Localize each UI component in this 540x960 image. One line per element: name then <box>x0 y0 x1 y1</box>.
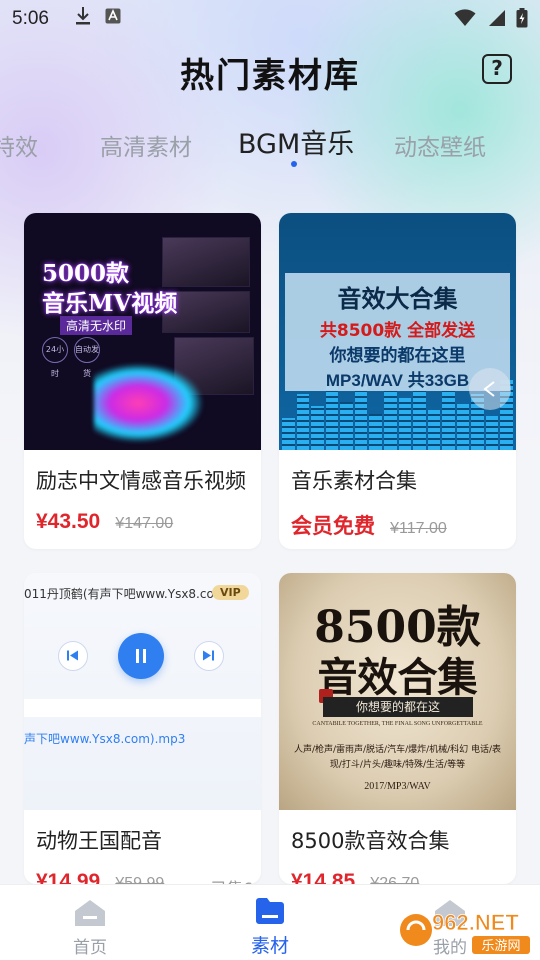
svg-text:乐游网: 乐游网 <box>481 939 520 954</box>
audio-filename: 011丹顶鹤(有声下吧www.Ysx8.com) <box>24 587 231 601</box>
vip-badge: VIP <box>212 585 249 600</box>
home-icon <box>74 899 106 931</box>
product-card[interactable]: 5000款 音乐MV视频 高清无水印 24小时 自动发货 励志中文情感音乐视频 … <box>24 213 261 549</box>
category-tabs: 特效 高清素材 BGM音乐 动态壁纸 <box>0 118 540 168</box>
folder-icon <box>255 897 285 929</box>
price: 会员免费 <box>291 514 375 538</box>
thumbnail-headline: 5000款 音乐MV视频 <box>42 260 178 317</box>
clock: 5:06 <box>12 8 49 29</box>
question-box-icon: ? <box>491 56 503 80</box>
tab-effects[interactable]: 特效 <box>0 128 38 162</box>
price-row: ¥14.85 ¥26.70 <box>291 870 419 884</box>
thumbnail-footer: 2017/MP3/WAV <box>364 781 431 792</box>
help-button[interactable]: ? <box>482 54 512 84</box>
nav-label: 素材 <box>250 935 289 957</box>
nav-label: 首页 <box>73 938 107 958</box>
download-icon <box>75 6 91 32</box>
signal-icon <box>486 9 506 33</box>
watermark-logo: 962.NET 乐游网 <box>398 900 538 956</box>
product-thumbnail: 8500款 音效合集 你想要的都在这 CANTABILE TOGETHER, T… <box>279 573 516 810</box>
original-price: ¥117.00 <box>390 520 447 537</box>
price: ¥14.99 <box>36 870 101 884</box>
keyboard-indicator-icon <box>105 8 121 30</box>
product-title: 励志中文情感音乐视频 <box>36 469 246 493</box>
pause-icon <box>118 633 164 679</box>
nav-item-home[interactable]: 首页 <box>30 885 150 960</box>
thumbnail-english-text: CANTABILE TOGETHER, THE FINAL SONG UNFOR… <box>312 721 483 727</box>
product-title: 音乐素材合集 <box>291 469 417 493</box>
previous-icon <box>58 641 88 671</box>
original-price: ¥59.99 <box>115 875 165 884</box>
product-thumbnail: 音效大合集 共8500款 全部发送 你想要的都在这里 MP3/WAV 共33GB <box>279 213 516 450</box>
status-bar: 5:06 <box>0 0 540 38</box>
play-icon <box>469 368 511 410</box>
tab-bgm-music[interactable]: BGM音乐 <box>238 122 354 161</box>
next-icon <box>194 641 224 671</box>
product-thumbnail: 5000款 音乐MV视频 高清无水印 24小时 自动发货 <box>24 213 261 450</box>
price-row: ¥43.50 ¥147.00 <box>36 510 173 534</box>
audio-filename: 声下吧www.Ysx8.com).mp3 <box>24 732 186 746</box>
page-title: 热门素材库 <box>180 56 360 96</box>
wifi-icon <box>454 9 476 33</box>
thumbnail-subtitle: 高清无水印 <box>60 316 133 335</box>
sold-count: 已售6 <box>211 875 253 884</box>
color-splash <box>94 363 204 443</box>
price: ¥14.85 <box>291 870 356 884</box>
svg-text:962.NET: 962.NET <box>432 910 519 935</box>
thumbnail-banner: 你想要的都在这 <box>323 697 473 717</box>
nav-item-material[interactable]: 素材 <box>210 885 330 960</box>
original-price: ¥147.00 <box>115 515 174 532</box>
battery-icon <box>516 8 528 34</box>
product-title: 8500款音效合集 <box>291 829 450 853</box>
price-row: 会员免费 ¥117.00 <box>291 510 447 540</box>
active-tab-indicator <box>291 161 297 167</box>
product-thumbnail: 011丹顶鹤(有声下吧www.Ysx8.com) VIP 声下吧www.Ysx8… <box>24 573 261 810</box>
product-card[interactable]: 音效大合集 共8500款 全部发送 你想要的都在这里 MP3/WAV 共33GB… <box>279 213 516 549</box>
thumbnail-headline: 音效合集 <box>317 654 478 701</box>
product-card[interactable]: 011丹顶鹤(有声下吧www.Ysx8.com) VIP 声下吧www.Ysx8… <box>24 573 261 884</box>
original-price: ¥26.70 <box>370 875 420 884</box>
tab-hd-material[interactable]: 高清素材 <box>100 128 192 162</box>
price: ¥43.50 <box>36 510 101 533</box>
product-title: 动物王国配音 <box>36 829 162 853</box>
tab-live-wallpaper[interactable]: 动态壁纸 <box>394 128 486 162</box>
price-row: ¥14.99 ¥59.99 <box>36 870 164 884</box>
product-card[interactable]: 8500款 音效合集 你想要的都在这 CANTABILE TOGETHER, T… <box>279 573 516 884</box>
thumbnail-categories: 人声/枪声/雷雨声/脱话/汽车/爆炸/机械/科幻 电话/表现/打斗/片头/趣味/… <box>293 745 502 770</box>
thumbnail-badges: 24小时 自动发货 <box>42 337 100 378</box>
